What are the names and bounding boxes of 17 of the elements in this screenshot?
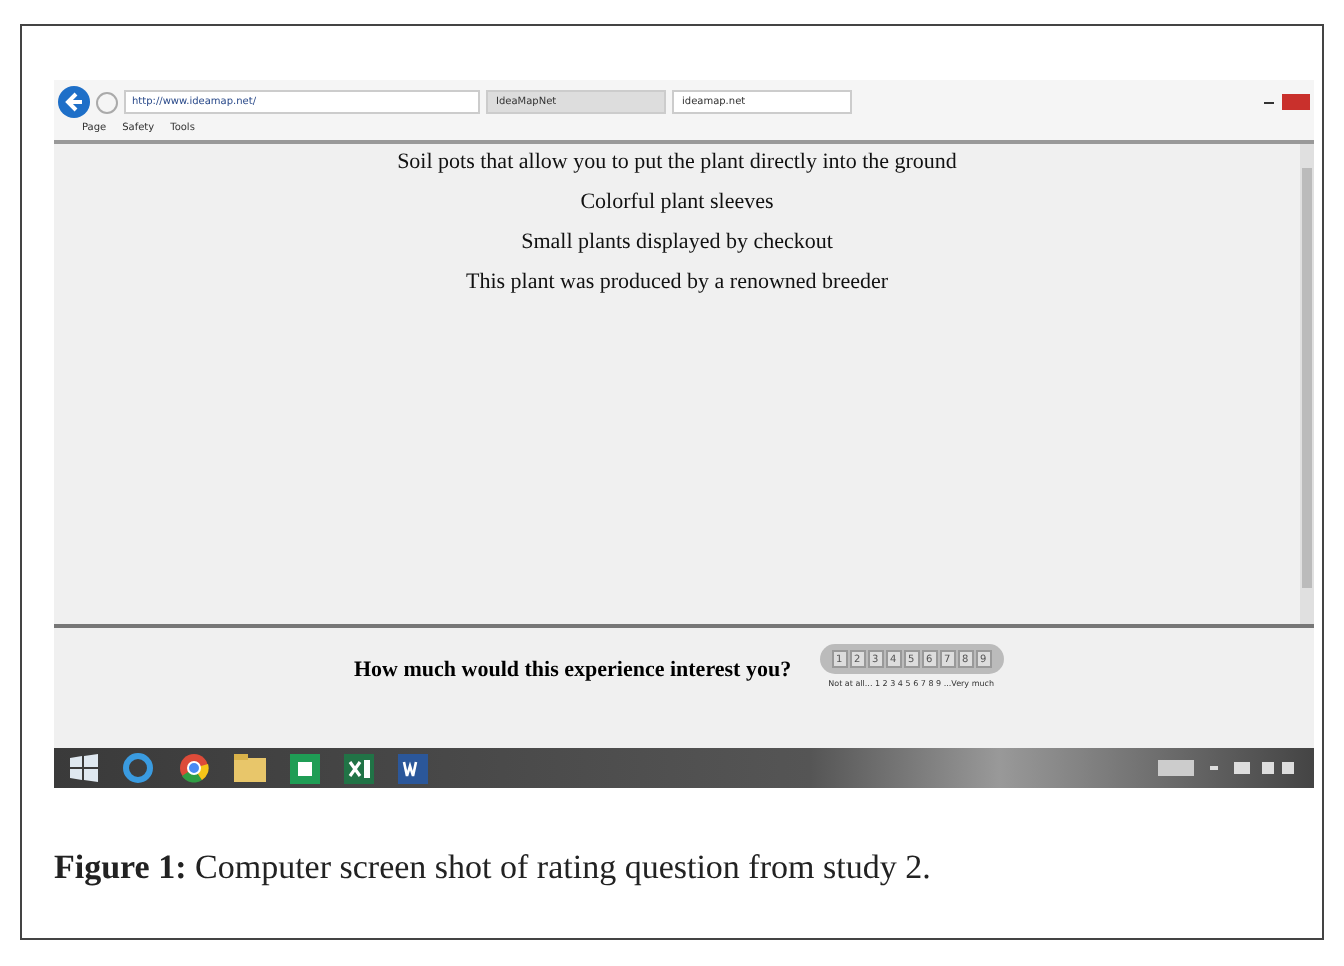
chrome-icon[interactable] bbox=[178, 752, 210, 784]
tray-icons[interactable] bbox=[1158, 758, 1298, 778]
back-icon[interactable] bbox=[58, 86, 90, 118]
figure-caption: Figure 1: Computer screen shot of rating question from study 2. bbox=[54, 848, 933, 888]
spreadsheet-icon[interactable] bbox=[344, 753, 374, 783]
statement-text: Soil pots that allow you to put the plant directly into the ground bbox=[395, 150, 959, 174]
statement-text: Small plants displayed by checkout bbox=[519, 230, 835, 254]
folder-icon[interactable] bbox=[234, 754, 266, 782]
question-text: How much would this experience interest you? bbox=[354, 658, 792, 682]
minimize-icon[interactable] bbox=[1264, 101, 1274, 103]
browser-icon[interactable] bbox=[122, 752, 154, 784]
scrollbar[interactable] bbox=[1300, 144, 1314, 624]
windows-icon[interactable] bbox=[70, 754, 98, 782]
statement-text: Colorful plant sleeves bbox=[578, 190, 776, 214]
document-icon[interactable] bbox=[398, 753, 428, 783]
app-icon[interactable] bbox=[290, 753, 320, 783]
statement-text: This plant was produced by a renowned breeder bbox=[463, 270, 891, 294]
